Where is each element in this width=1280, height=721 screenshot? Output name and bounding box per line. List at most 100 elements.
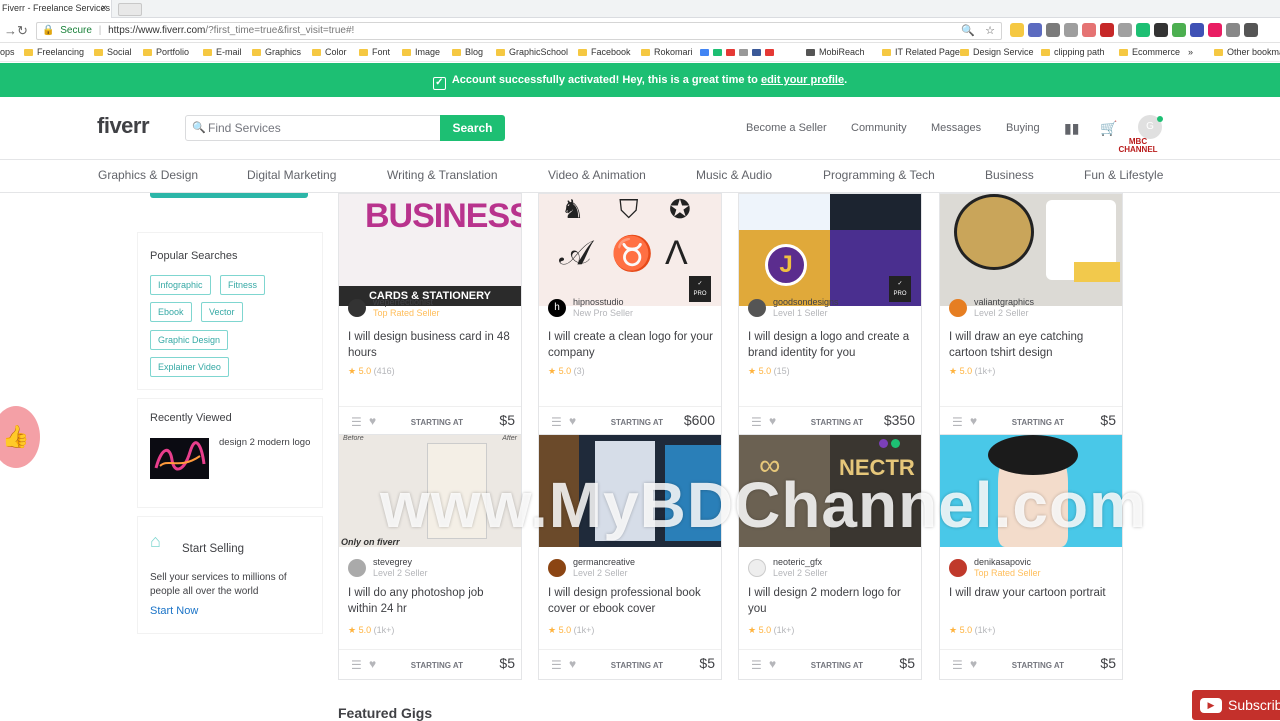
category-programming-tech[interactable]: Programming & Tech: [823, 168, 935, 182]
bookmark-item[interactable]: clipping path: [1041, 44, 1105, 61]
list-icon[interactable]: ☰: [351, 415, 362, 429]
bookmark-item[interactable]: IT Related Page: [882, 44, 960, 61]
bookmark-item[interactable]: Design Service: [960, 44, 1034, 61]
bookmark-item[interactable]: Ecommerce: [1119, 44, 1180, 61]
seller-name[interactable]: denikasapovic: [974, 557, 1031, 567]
forward-icon[interactable]: →: [4, 21, 17, 41]
avatar[interactable]: [748, 299, 766, 317]
gig-title[interactable]: I will design professional book cover or…: [548, 585, 716, 617]
extension-icon[interactable]: [1118, 23, 1132, 37]
avatar[interactable]: [348, 559, 366, 577]
heart-icon[interactable]: ♥: [769, 414, 776, 428]
heart-icon[interactable]: ♥: [569, 414, 576, 428]
tag-fitness[interactable]: Fitness: [220, 275, 266, 295]
bookmark-item[interactable]: GraphicSchool: [496, 44, 568, 61]
gig-card[interactable]: valiantgraphics Level 2 Seller I will dr…: [939, 193, 1123, 437]
extension-icon[interactable]: [1208, 23, 1222, 37]
bookmark-icon-row[interactable]: [700, 44, 778, 61]
search-input[interactable]: 🔍 Find Services: [185, 115, 441, 141]
avatar[interactable]: G: [1138, 115, 1163, 139]
avatar[interactable]: [548, 559, 566, 577]
tab-close-icon[interactable]: ×: [101, 0, 107, 17]
seller-name[interactable]: goodsondesigns: [773, 297, 839, 307]
gig-title[interactable]: I will design business card in 48 hours: [348, 329, 516, 361]
reload-icon[interactable]: ↻: [17, 21, 28, 41]
extension-icon[interactable]: [1082, 23, 1096, 37]
browser-tab[interactable]: Fiverr - Freelance Services ×: [0, 0, 112, 18]
community-link[interactable]: Community: [851, 122, 907, 134]
more-bookmarks-icon[interactable]: »: [1188, 44, 1193, 61]
address-bar[interactable]: 🔒 Secure | https://www.fiverr.com/?first…: [36, 22, 1002, 40]
heart-icon[interactable]: ♥: [970, 414, 977, 428]
tag-infographic[interactable]: Infographic: [150, 275, 211, 295]
bookmark-item[interactable]: Social: [94, 44, 132, 61]
bookmark-item[interactable]: Other bookmarks: [1214, 44, 1280, 61]
list-icon[interactable]: ☰: [551, 415, 562, 429]
subscribe-button[interactable]: ▶Subscribe: [1192, 690, 1280, 720]
category-digital-marketing[interactable]: Digital Marketing: [247, 168, 336, 182]
category-writing-translation[interactable]: Writing & Translation: [387, 168, 498, 182]
gig-card[interactable]: BUSINESS CARD CARDS & STATIONERY weperfe…: [338, 193, 522, 437]
bookmark-item[interactable]: Rokomari: [641, 44, 693, 61]
list-icon[interactable]: ☰: [351, 658, 362, 672]
heart-icon[interactable]: ♥: [970, 657, 977, 671]
bookmark-item[interactable]: Image: [402, 44, 440, 61]
extension-icon[interactable]: [1226, 23, 1240, 37]
list-icon[interactable]: ☰: [751, 415, 762, 429]
edit-profile-link[interactable]: edit your profile: [761, 74, 844, 86]
heart-icon[interactable]: ♥: [369, 657, 376, 671]
bookmark-item[interactable]: Font: [359, 44, 390, 61]
tag-graphic-design[interactable]: Graphic Design: [150, 330, 229, 350]
bookmark-item[interactable]: Blog: [452, 44, 483, 61]
start-now-link[interactable]: Start Now: [150, 605, 198, 617]
gig-image[interactable]: [940, 194, 1122, 306]
seller-name[interactable]: stevegrey: [373, 557, 412, 567]
avatar[interactable]: h: [548, 299, 566, 317]
extension-icon[interactable]: [1244, 23, 1258, 37]
zoom-icon[interactable]: 🔍: [961, 23, 975, 39]
gig-title[interactable]: I will draw an eye catching cartoon tshi…: [949, 329, 1117, 361]
category-music-audio[interactable]: Music & Audio: [696, 168, 772, 182]
extension-icon[interactable]: [1136, 23, 1150, 37]
like-icon[interactable]: 👍: [0, 406, 40, 468]
fiverr-logo[interactable]: fiverr: [97, 113, 150, 139]
gig-card[interactable]: J ✓ PRO goodsondesigns Level 1 Seller I w…: [738, 193, 922, 437]
bookmark-item[interactable]: Freelancing: [24, 44, 84, 61]
heart-icon[interactable]: ♥: [369, 414, 376, 428]
bar-chart-icon[interactable]: ▮▮: [1064, 120, 1079, 137]
gig-title[interactable]: I will design a logo and create a brand …: [748, 329, 916, 361]
sidebar-cta-edge[interactable]: [150, 193, 308, 198]
become-seller-link[interactable]: Become a Seller: [746, 122, 827, 134]
list-icon[interactable]: ☰: [952, 658, 963, 672]
bookmark-item[interactable]: Color: [312, 44, 347, 61]
avatar[interactable]: [748, 559, 766, 577]
avatar[interactable]: [949, 559, 967, 577]
tag-ebook[interactable]: Ebook: [150, 302, 192, 322]
recent-item-title[interactable]: design 2 modern logo: [219, 437, 314, 449]
category-graphics-design[interactable]: Graphics & Design: [98, 168, 198, 182]
extension-icon[interactable]: [1046, 23, 1060, 37]
list-icon[interactable]: ☰: [952, 415, 963, 429]
gig-card[interactable]: ♞ ⛉ ✪ 𝒜 ♉ Λ ✓ PRO h hipnosstudio New Pro …: [538, 193, 722, 437]
seller-name[interactable]: weperfectionist: [373, 297, 433, 307]
list-icon[interactable]: ☰: [551, 658, 562, 672]
list-icon[interactable]: ☰: [751, 658, 762, 672]
category-video-animation[interactable]: Video & Animation: [548, 168, 646, 182]
avatar[interactable]: [348, 299, 366, 317]
extension-icon[interactable]: [1010, 23, 1024, 37]
bookmark-item[interactable]: E-mail: [203, 44, 242, 61]
cart-icon[interactable]: 🛒: [1100, 120, 1117, 137]
extension-icon[interactable]: [1028, 23, 1042, 37]
gig-title[interactable]: I will do any photoshop job within 24 hr: [348, 585, 516, 617]
apps-bookmark[interactable]: ops: [0, 44, 15, 61]
tag-explainer-video[interactable]: Explainer Video: [150, 357, 229, 377]
avatar[interactable]: [949, 299, 967, 317]
bookmark-item[interactable]: Portfolio: [143, 44, 189, 61]
seller-name[interactable]: hipnosstudio: [573, 297, 624, 307]
extension-icon[interactable]: [1190, 23, 1204, 37]
seller-name[interactable]: valiantgraphics: [974, 297, 1034, 307]
gig-title[interactable]: I will draw your cartoon portrait: [949, 585, 1117, 601]
gig-title[interactable]: I will create a clean logo for your comp…: [548, 329, 716, 361]
category-fun-lifestyle[interactable]: Fun & Lifestyle: [1084, 168, 1163, 182]
search-button[interactable]: Search: [440, 115, 505, 141]
